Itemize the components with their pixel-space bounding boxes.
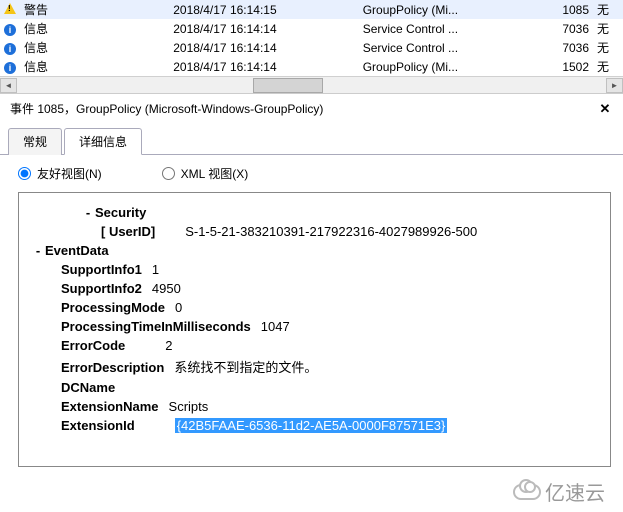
scroll-right-button[interactable]: ► <box>606 78 623 93</box>
radio-friendly-input[interactable] <box>18 167 31 180</box>
tab-details[interactable]: 详细信息 <box>64 128 142 155</box>
processingmode-row: ProcessingMode 0 <box>31 300 598 315</box>
watermark: 亿速云 <box>513 477 605 506</box>
event-row[interactable]: i 信息2018/4/17 16:14:14GroupPolicy (Mi...1… <box>0 57 623 76</box>
event-time: 2018/4/17 16:14:15 <box>169 0 358 19</box>
event-level: 信息 <box>20 38 169 57</box>
eventdata-label: EventData <box>45 243 109 258</box>
event-level: 信息 <box>20 19 169 38</box>
watermark-text: 亿速云 <box>545 477 605 506</box>
security-node: - Security <box>31 205 598 220</box>
info-icon: i <box>4 24 16 36</box>
info-icon: i <box>4 62 16 74</box>
event-time: 2018/4/17 16:14:14 <box>169 57 358 76</box>
userid-value: S-1-5-21-383210391-217922316-4027989926-… <box>185 224 477 239</box>
supportinfo2-row: SupportInfo2 4950 <box>31 281 598 296</box>
detail-pane-header: 事件 1085，GroupPolicy (Microsoft-Windows-G… <box>0 93 623 121</box>
radio-xml-label: XML 视图(X) <box>181 165 249 182</box>
userid-row: [ UserID] S-1-5-21-383210391-217922316-4… <box>31 224 598 239</box>
radio-xml-view[interactable]: XML 视图(X) <box>162 165 249 182</box>
supportinfo1-row: SupportInfo1 1 <box>31 262 598 277</box>
scroll-left-button[interactable]: ◄ <box>0 78 17 93</box>
close-icon[interactable]: ✕ <box>597 101 613 117</box>
event-id: 7036 <box>538 38 593 57</box>
scroll-thumb[interactable] <box>253 78 323 93</box>
errordescription-row: ErrorDescription 系统找不到指定的文件。 <box>31 357 598 376</box>
event-row[interactable]: i 信息2018/4/17 16:14:14Service Control ...… <box>0 19 623 38</box>
scroll-track[interactable] <box>17 78 606 93</box>
event-time: 2018/4/17 16:14:14 <box>169 38 358 57</box>
view-mode-radios: 友好视图(N) XML 视图(X) <box>0 155 623 192</box>
radio-xml-input[interactable] <box>162 167 175 180</box>
event-id: 1085 <box>538 0 593 19</box>
detail-content-scroll[interactable]: - Security [ UserID] S-1-5-21-383210391-… <box>18 192 611 467</box>
detail-title: 事件 1085，GroupPolicy (Microsoft-Windows-G… <box>10 100 323 117</box>
eventdata-node: - EventData <box>31 243 598 258</box>
event-source: Service Control ... <box>359 19 538 38</box>
userid-key: [ UserID] <box>101 224 155 239</box>
event-row[interactable]: i 信息2018/4/17 16:14:14Service Control ...… <box>0 38 623 57</box>
event-source: GroupPolicy (Mi... <box>359 57 538 76</box>
extensionname-row: ExtensionName Scripts <box>31 399 598 414</box>
event-task: 无 <box>593 19 623 38</box>
cloud-icon <box>513 484 541 500</box>
processingtime-row: ProcessingTimeInMilliseconds 1047 <box>31 319 598 334</box>
horizontal-scrollbar[interactable]: ◄ ► <box>0 76 623 93</box>
dcname-row: DCName <box>31 380 598 395</box>
event-row[interactable]: 警告2018/4/17 16:14:15GroupPolicy (Mi...10… <box>0 0 623 19</box>
event-level: 信息 <box>20 57 169 76</box>
event-source: GroupPolicy (Mi... <box>359 0 538 19</box>
extensionid-value[interactable]: {42B5FAAE-6536-11d2-AE5A-0000F87571E3} <box>175 418 448 433</box>
tab-general[interactable]: 常规 <box>8 128 62 155</box>
event-task: 无 <box>593 38 623 57</box>
event-id: 7036 <box>538 19 593 38</box>
event-time: 2018/4/17 16:14:14 <box>169 19 358 38</box>
event-log-grid: 警告2018/4/17 16:14:15GroupPolicy (Mi...10… <box>0 0 623 76</box>
extensionid-row: ExtensionId {42B5FAAE-6536-11d2-AE5A-000… <box>31 418 598 433</box>
event-task: 无 <box>593 57 623 76</box>
radio-friendly-view[interactable]: 友好视图(N) <box>18 165 102 182</box>
warning-icon <box>4 3 16 14</box>
info-icon: i <box>4 43 16 55</box>
event-task: 无 <box>593 0 623 19</box>
security-label: Security <box>95 205 146 220</box>
radio-friendly-label: 友好视图(N) <box>37 165 102 182</box>
detail-tabs: 常规 详细信息 <box>0 121 623 155</box>
event-source: Service Control ... <box>359 38 538 57</box>
event-level: 警告 <box>20 0 169 19</box>
event-id: 1502 <box>538 57 593 76</box>
errorcode-row: ErrorCode 2 <box>31 338 598 353</box>
